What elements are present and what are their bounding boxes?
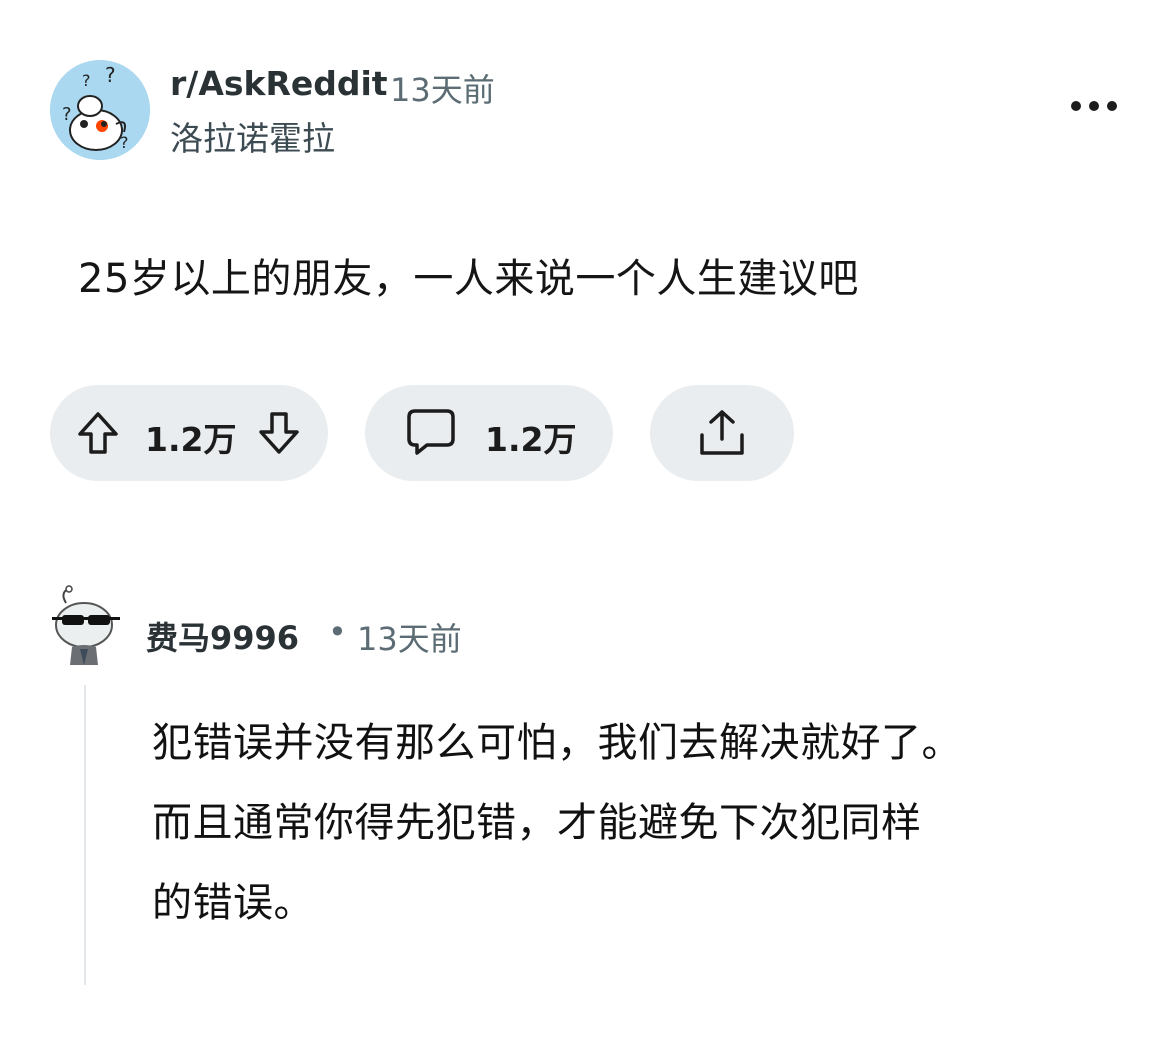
snoo-sunglasses-avatar xyxy=(52,585,120,665)
post-title[interactable]: 25岁以上的朋友，一人来说一个人生建议吧 xyxy=(78,246,859,304)
comment-count: 1.2万 xyxy=(485,420,577,459)
share-icon-wrap xyxy=(696,407,748,459)
meta-separator: • xyxy=(328,613,347,651)
action-bar: 1.2万 1.2万 xyxy=(50,385,810,481)
arrow-down-icon xyxy=(259,412,299,454)
share-button[interactable] xyxy=(650,385,794,481)
subreddit-avatar[interactable]: ? ? ? ? xyxy=(50,60,150,160)
upvote-button[interactable] xyxy=(72,407,124,459)
comment-icon-wrap xyxy=(405,405,457,457)
comment-line: 犯错误并没有那么可怕，我们去解决就好了。 xyxy=(152,720,962,766)
svg-text:?: ? xyxy=(105,63,116,87)
subreddit-name[interactable]: r/AskReddit xyxy=(170,64,388,103)
comment-line: 而且通常你得先犯错，才能避免下次犯同样 xyxy=(152,800,922,846)
arrow-up-icon xyxy=(78,412,118,454)
comment-username[interactable]: 费马9996 xyxy=(146,613,299,659)
reddit-snoo-question-icon: ? ? ? ? xyxy=(50,60,150,160)
more-horizontal-icon xyxy=(1071,101,1117,111)
thread-line[interactable] xyxy=(84,685,86,985)
share-icon xyxy=(700,410,744,455)
downvote-button[interactable] xyxy=(253,407,305,459)
comment-body: 犯错误并没有那么可怕，我们去解决就好了。 而且通常你得先犯错，才能避免下次犯同样… xyxy=(152,703,1112,943)
vote-pill: 1.2万 xyxy=(50,385,328,481)
comment-line: 的错误。 xyxy=(152,880,314,926)
comment: 费马9996 • 13天前 犯错误并没有那么可怕，我们去解决就好了。 而且通常你… xyxy=(50,585,1130,1005)
svg-text:?: ? xyxy=(82,71,91,90)
post-header: ? ? ? ? r/AskReddit 13天前 洛拉诺霍拉 xyxy=(50,60,1130,160)
svg-text:?: ? xyxy=(62,104,72,125)
post-time: 13天前 xyxy=(390,71,495,109)
vote-count: 1.2万 xyxy=(145,420,237,459)
post-author[interactable]: 洛拉诺霍拉 xyxy=(170,112,335,160)
speech-bubble-icon xyxy=(407,409,455,455)
commenter-avatar[interactable] xyxy=(50,585,126,665)
more-options-button[interactable] xyxy=(1070,92,1118,120)
comments-button[interactable]: 1.2万 xyxy=(365,385,613,481)
comment-time: 13天前 xyxy=(357,620,462,658)
